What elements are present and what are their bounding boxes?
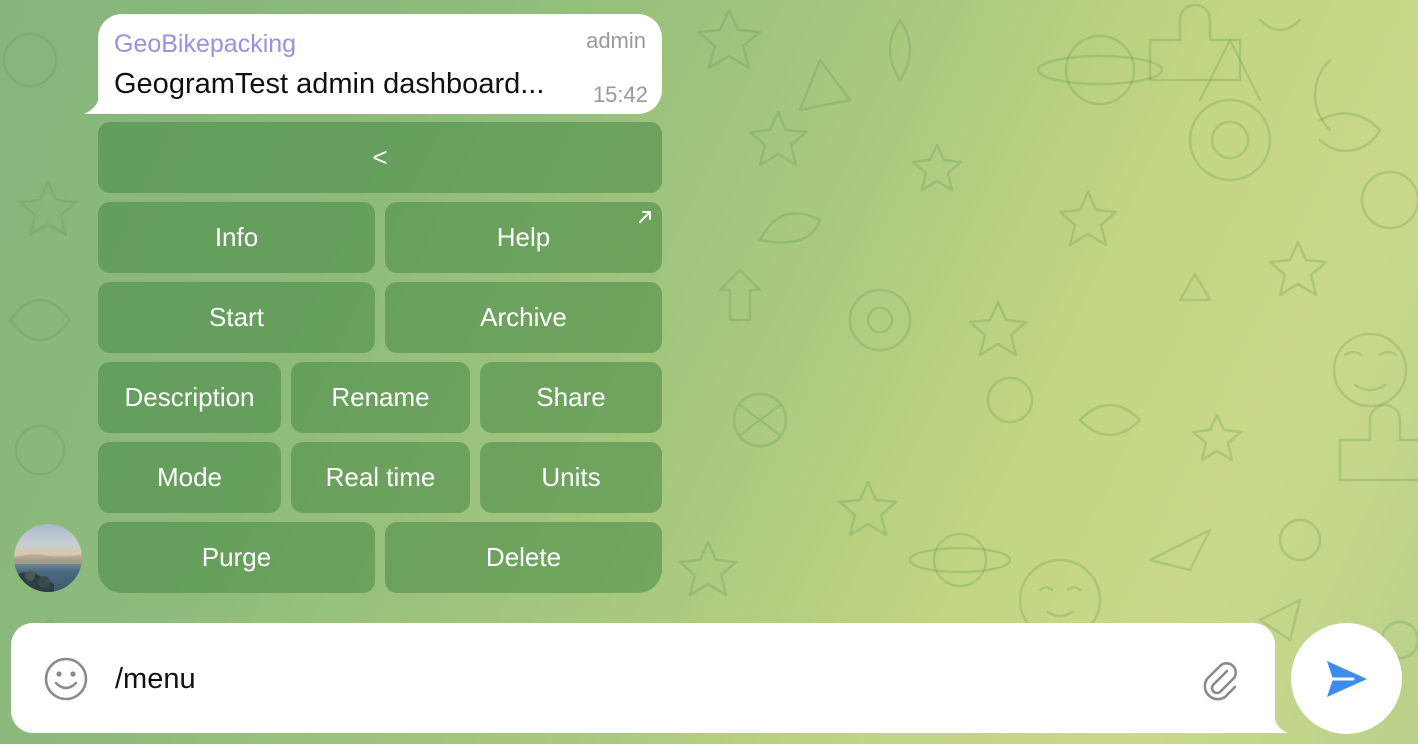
bubble-tail [84, 94, 114, 114]
share-label: Share [536, 382, 606, 412]
back-label: < [372, 142, 388, 172]
message-timestamp: 15:42 [592, 82, 648, 107]
message-bubble: GeoBikepacking admin GeogramTest admin d… [98, 14, 662, 114]
keyboard-delete-button[interactable]: Delete [385, 522, 662, 593]
avatar-landscape-image [14, 554, 82, 592]
real-time-label: Real time [325, 462, 436, 492]
keyboard-real-time-button[interactable]: Real time [291, 442, 470, 513]
keyboard-share-button[interactable]: Share [480, 362, 662, 433]
sender-name[interactable]: GeoBikepacking [114, 30, 296, 59]
smiley-face-icon[interactable] [43, 656, 89, 702]
mode-label: Mode [156, 462, 223, 492]
send-button[interactable] [1291, 623, 1402, 734]
keyboard-mode-button[interactable]: Mode [98, 442, 281, 513]
keyboard-back-button[interactable]: < [98, 122, 662, 193]
archive-label: Archive [480, 302, 567, 332]
keyboard-archive-button[interactable]: Archive [385, 282, 662, 353]
info-label: Info [214, 222, 259, 252]
help-label: Help [496, 222, 551, 252]
keyboard-help-button[interactable]: Help [385, 202, 662, 273]
composer-tail [1262, 713, 1288, 733]
units-label: Units [541, 462, 601, 492]
description-label: Description [124, 382, 255, 412]
external-link-arrow-icon [639, 211, 651, 223]
keyboard-units-button[interactable]: Units [480, 442, 662, 513]
keyboard-start-button[interactable]: Start [98, 282, 375, 353]
purge-label: Purge [201, 542, 272, 572]
send-arrow-icon [1326, 660, 1367, 697]
keyboard-info-button[interactable]: Info [98, 202, 375, 273]
start-label: Start [209, 302, 264, 332]
message-text: GeogramTest admin dashboard... [114, 68, 545, 100]
sender-role-badge: admin [586, 28, 646, 53]
sender-avatar[interactable] [14, 524, 82, 592]
keyboard-purge-button[interactable]: Purge [98, 522, 375, 593]
keyboard-description-button[interactable]: Description [98, 362, 281, 433]
message-composer [11, 623, 1275, 733]
delete-label: Delete [485, 542, 562, 572]
keyboard-rename-button[interactable]: Rename [291, 362, 470, 433]
message-input[interactable] [115, 659, 1155, 699]
paperclip-icon[interactable] [1197, 657, 1241, 701]
rename-label: Rename [331, 382, 430, 412]
